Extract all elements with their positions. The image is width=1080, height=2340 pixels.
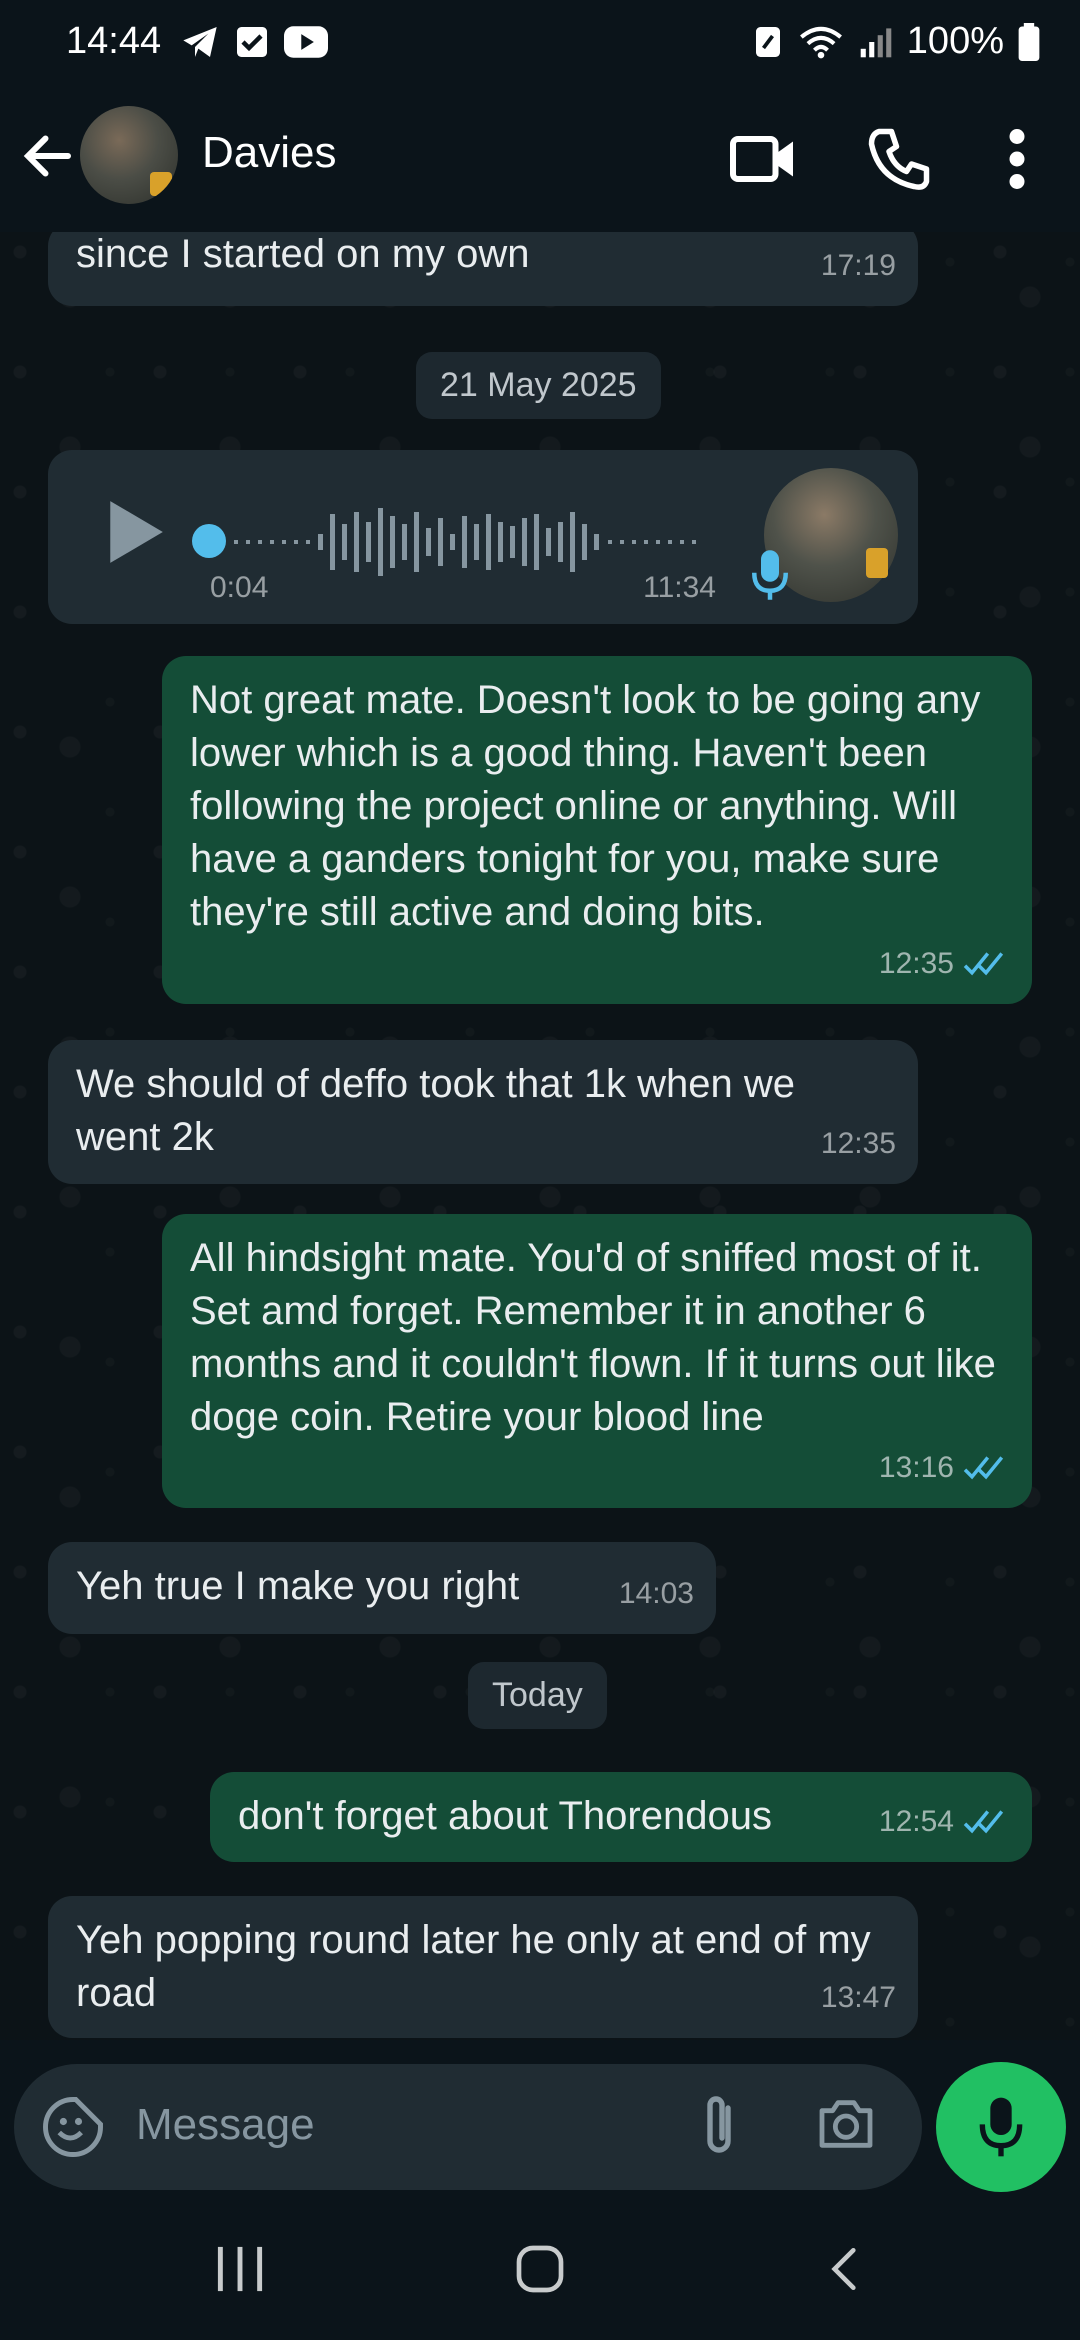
message-bubble-incoming[interactable]: We should of deffo took that 1k when we … [48, 1040, 918, 1184]
voice-message[interactable]: 0:04 11:34 [48, 450, 918, 624]
video-call-icon[interactable] [728, 124, 798, 194]
message-meta: 12:35 [879, 937, 1010, 990]
voice-duration: 0:04 [210, 571, 269, 604]
recent-apps-icon[interactable] [210, 2242, 270, 2296]
mic-button[interactable] [936, 2062, 1066, 2192]
message-bubble-incoming[interactable]: Yeh true I make you right 14:03 [48, 1542, 716, 1634]
play-icon[interactable] [104, 498, 166, 566]
message-time: 13:16 [878, 1451, 954, 1484]
emoji-sticker-icon[interactable] [40, 2094, 106, 2160]
battery-percent: 100% [906, 20, 1004, 62]
nfc-icon [755, 26, 780, 57]
message-bubble-outgoing[interactable]: don't forget about Thorendous 12:54 [210, 1772, 1032, 1862]
message-bubble-outgoing[interactable]: All hindsight mate. You'd of sniffed mos… [162, 1214, 1032, 1508]
message-input[interactable]: Message [136, 2100, 315, 2150]
message-time: 12:54 [878, 1805, 954, 1838]
telegram-icon [183, 27, 217, 57]
message-bubble-incoming[interactable]: Yeh popping round later he only at end o… [48, 1896, 918, 2038]
voice-mic-icon [752, 550, 788, 600]
message-text: since I started on my own [76, 232, 530, 276]
message-bubble-outgoing[interactable]: Not great mate. Doesn't look to be going… [162, 656, 1032, 1004]
chat-header: Davies [0, 84, 1080, 232]
voice-progress-thumb[interactable] [192, 524, 226, 558]
message-time: 11:34 [643, 571, 716, 604]
message-meta: 12:54 [879, 1795, 1010, 1848]
system-nav-bar [0, 2200, 1080, 2340]
message-text: We should of deffo took that 1k when we … [76, 1062, 795, 1159]
read-ticks-icon [963, 1455, 1004, 1479]
message-meta: 13:16 [879, 1441, 1010, 1494]
youtube-icon [284, 26, 328, 58]
message-meta: 14:03 [619, 1567, 694, 1620]
message-composer[interactable]: Message [14, 2064, 922, 2190]
message-meta: 17:19 [821, 239, 896, 292]
wifi-icon [799, 26, 842, 58]
contact-name[interactable]: Davies [202, 128, 337, 178]
home-icon[interactable] [512, 2242, 568, 2296]
message-time: 12:35 [820, 1127, 896, 1160]
message-meta: 13:47 [821, 1971, 896, 2024]
message-time: 13:47 [820, 1981, 896, 2014]
message-time: 17:19 [820, 249, 896, 282]
signal-icon [860, 27, 892, 57]
message-text: Yeh true I make you right [76, 1564, 520, 1608]
read-ticks-icon [963, 951, 1004, 975]
message-text: Not great mate. Doesn't look to be going… [190, 678, 981, 934]
phone-icon[interactable] [864, 124, 934, 194]
paperclip-icon[interactable] [694, 2090, 744, 2162]
date-divider: 21 May 2025 [416, 352, 661, 419]
more-vertical-icon[interactable] [990, 124, 1044, 194]
contact-avatar[interactable] [80, 106, 178, 204]
read-ticks-icon [963, 1809, 1004, 1833]
date-divider: Today [468, 1662, 607, 1729]
message-bubble-incoming[interactable]: since I started on my own 17:19 [48, 232, 918, 306]
message-text: don't forget about Thorendous [238, 1794, 772, 1838]
back-icon[interactable] [820, 2242, 870, 2296]
status-time: 14:44 [66, 20, 162, 62]
message-time: 12:35 [878, 947, 954, 980]
checkbox-icon [237, 27, 267, 57]
camera-icon[interactable] [814, 2092, 878, 2156]
back-arrow-icon[interactable] [18, 124, 78, 188]
message-meta: 12:35 [821, 1117, 896, 1170]
status-bar: 14:44 100% [0, 0, 1080, 84]
message-text: Yeh popping round later he only at end o… [76, 1918, 871, 2015]
chat-area[interactable]: since I started on my own 17:19 21 May 2… [0, 232, 1080, 2040]
battery-icon [1018, 22, 1040, 61]
message-time: 14:03 [618, 1577, 694, 1610]
mic-icon [979, 2097, 1023, 2157]
message-text: All hindsight mate. You'd of sniffed mos… [190, 1236, 996, 1439]
